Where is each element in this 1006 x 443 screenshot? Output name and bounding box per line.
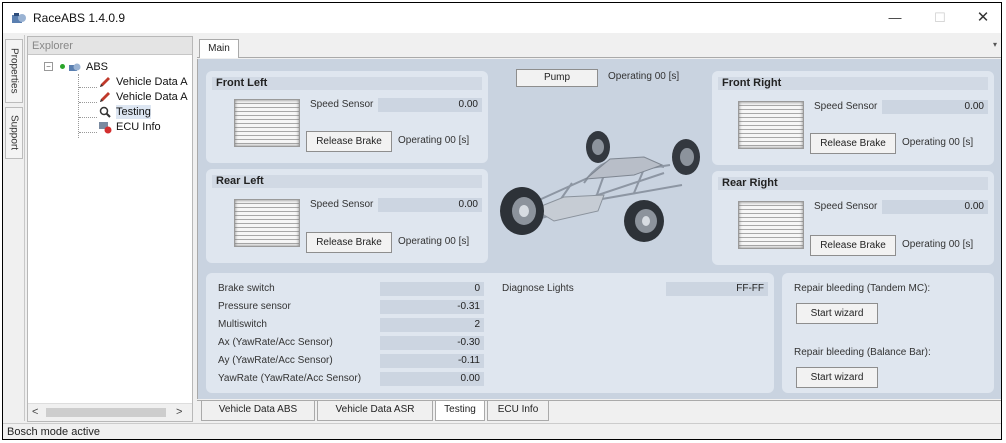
diagnose-lights-label: Diagnose Lights	[502, 283, 574, 294]
brake-indicator-icon	[234, 99, 300, 147]
minimize-button[interactable]: —	[875, 3, 915, 33]
speed-sensor-label: Speed Sensor	[814, 201, 878, 212]
side-tab-properties[interactable]: Properties	[5, 39, 23, 103]
ecu-info-icon	[99, 122, 112, 134]
speed-sensor-value: 0.00	[378, 198, 482, 212]
scroll-right-arrow-icon[interactable]: >	[176, 406, 182, 418]
operating-time: Operating 00 [s]	[398, 135, 470, 146]
sensor-value: -0.11	[380, 354, 484, 368]
abs-node-icon	[69, 63, 81, 71]
title-bar: RaceABS 1.4.0.9 — ☐ ✕	[3, 3, 1001, 33]
front-right-title: Front Right	[718, 77, 988, 90]
explorer-panel: Explorer − ABS Vehicle Data A Vehicle Da…	[27, 36, 193, 422]
release-brake-button[interactable]: Release Brake	[810, 133, 896, 154]
rear-left-panel: Rear Left Speed Sensor 0.00 Release Brak…	[206, 169, 488, 263]
edit-pencil-icon	[100, 77, 110, 87]
tree-guide-line	[79, 102, 97, 103]
repair-balance-label: Repair bleeding (Balance Bar):	[794, 347, 931, 358]
tree-guide-line	[79, 132, 97, 133]
tree-item-testing[interactable]: Testing	[116, 105, 151, 119]
edit-pencil-icon	[100, 92, 110, 102]
tab-overflow-icon[interactable]: ▾	[993, 40, 997, 49]
tab-vehicle-data-abs[interactable]: Vehicle Data ABS	[201, 401, 315, 421]
sensor-label: Brake switch	[218, 283, 275, 294]
speed-sensor-label: Speed Sensor	[814, 101, 878, 112]
pump-button[interactable]: Pump	[516, 69, 598, 87]
sensor-data-panel: Brake switch 0 Pressure sensor -0.31 Mul…	[206, 273, 774, 393]
release-brake-button[interactable]: Release Brake	[306, 232, 392, 253]
speed-sensor-value: 0.00	[882, 100, 988, 114]
sensor-label: Ax (YawRate/Acc Sensor)	[218, 337, 333, 348]
sensor-value: -0.31	[380, 300, 484, 314]
close-button[interactable]: ✕	[963, 3, 1001, 33]
sensor-label: Multiswitch	[218, 319, 267, 330]
maximize-button[interactable]: ☐	[920, 3, 960, 33]
operating-time: Operating 00 [s]	[398, 236, 470, 247]
speed-sensor-label: Speed Sensor	[310, 199, 374, 210]
rear-right-title: Rear Right	[718, 177, 988, 190]
tree-guide-line	[78, 74, 79, 138]
front-left-panel: Front Left Speed Sensor 0.00 Release Bra…	[206, 71, 488, 163]
rear-left-title: Rear Left	[212, 175, 482, 188]
chassis-illustration	[500, 131, 700, 242]
document-tab-strip: Main ▾	[197, 36, 1001, 58]
app-window: RaceABS 1.4.0.9 — ☐ ✕ Properties Support…	[2, 2, 1002, 440]
front-right-panel: Front Right Speed Sensor 0.00 Release Br…	[712, 71, 994, 165]
tree-guide-line	[79, 117, 97, 118]
tree-collapse-toggle[interactable]: −	[44, 62, 53, 71]
diagnose-lights-value: FF-FF	[666, 282, 768, 296]
tab-vehicle-data-asr[interactable]: Vehicle Data ASR	[317, 401, 433, 421]
speed-sensor-value: 0.00	[378, 98, 482, 112]
bottom-tab-strip: Vehicle Data ABS Vehicle Data ASR Testin…	[197, 400, 1001, 422]
tab-main[interactable]: Main	[199, 39, 239, 58]
pump-operating-time: Operating 00 [s]	[608, 71, 680, 82]
status-text: Bosch mode active	[7, 426, 100, 438]
side-tab-support[interactable]: Support	[5, 107, 23, 159]
speed-sensor-value: 0.00	[882, 200, 988, 214]
sensor-label: Pressure sensor	[218, 301, 291, 312]
brake-indicator-icon	[738, 101, 804, 149]
release-brake-button[interactable]: Release Brake	[306, 131, 392, 152]
operating-time: Operating 00 [s]	[902, 239, 974, 250]
sensor-value: 0.00	[380, 372, 484, 386]
brake-indicator-icon	[738, 201, 804, 249]
front-left-title: Front Left	[212, 77, 482, 90]
start-wizard-tandem-button[interactable]: Start wizard	[796, 303, 878, 324]
explorer-header: Explorer	[28, 37, 192, 55]
tab-testing[interactable]: Testing	[435, 401, 485, 421]
window-title: RaceABS 1.4.0.9	[33, 11, 126, 25]
sensor-value: 2	[380, 318, 484, 332]
start-wizard-balance-button[interactable]: Start wizard	[796, 367, 878, 388]
operating-time: Operating 00 [s]	[902, 137, 974, 148]
release-brake-button[interactable]: Release Brake	[810, 235, 896, 256]
sensor-label: Ay (YawRate/Acc Sensor)	[218, 355, 333, 366]
testing-view: Front Left Speed Sensor 0.00 Release Bra…	[197, 59, 1001, 399]
tree-item-vehicle-data-abs[interactable]: Vehicle Data A	[116, 75, 188, 89]
sensor-value: 0	[380, 282, 484, 296]
scroll-left-arrow-icon[interactable]: <	[32, 406, 38, 418]
tree-item-abs[interactable]: ABS	[86, 60, 108, 74]
app-icon	[12, 13, 26, 23]
status-dot-icon	[60, 64, 65, 69]
speed-sensor-label: Speed Sensor	[310, 99, 374, 110]
status-bar: Bosch mode active	[3, 423, 1001, 439]
tree-item-vehicle-data-asr[interactable]: Vehicle Data A	[116, 90, 188, 104]
scroll-thumb[interactable]	[46, 408, 166, 417]
side-tab-strip: Properties Support	[3, 35, 25, 421]
tree-item-ecu-info[interactable]: ECU Info	[116, 120, 161, 134]
rear-right-panel: Rear Right Speed Sensor 0.00 Release Bra…	[712, 171, 994, 265]
sensor-value: -0.30	[380, 336, 484, 350]
repair-bleeding-panel: Repair bleeding (Tandem MC): Start wizar…	[782, 273, 994, 393]
explorer-tree: − ABS Vehicle Data A Vehicle Data A Test…	[28, 57, 192, 397]
repair-tandem-label: Repair bleeding (Tandem MC):	[794, 283, 931, 294]
explorer-horizontal-scrollbar[interactable]: < >	[28, 403, 192, 421]
brake-indicator-icon	[234, 199, 300, 247]
tab-ecu-info[interactable]: ECU Info	[487, 401, 549, 421]
magnifier-icon	[99, 106, 111, 118]
tree-guide-line	[79, 87, 97, 88]
sensor-label: YawRate (YawRate/Acc Sensor)	[218, 373, 362, 384]
